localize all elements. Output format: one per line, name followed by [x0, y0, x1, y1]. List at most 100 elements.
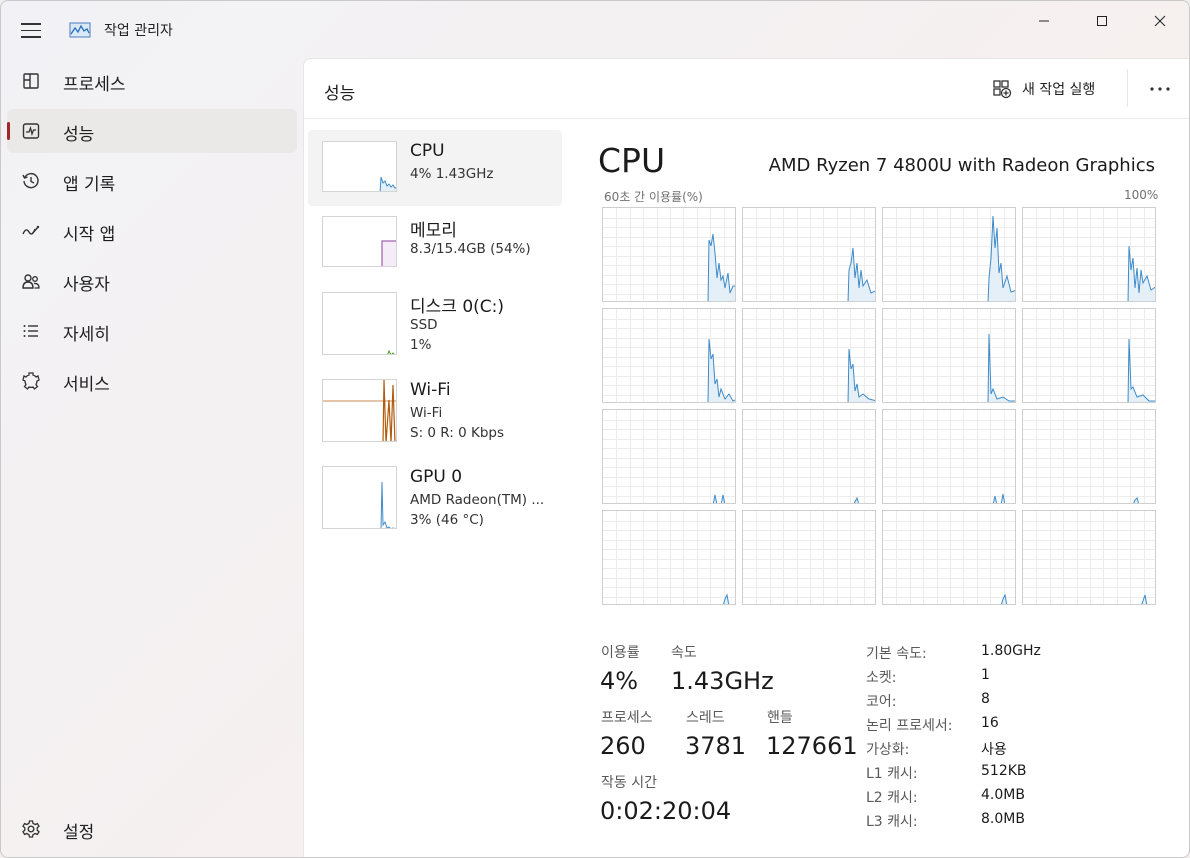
spec-value: 1: [981, 667, 990, 683]
graph-max-label: 100%: [1124, 188, 1159, 202]
logical-processor-graph: [882, 308, 1016, 403]
close-button[interactable]: [1137, 7, 1183, 35]
cpu-usage-area: [988, 334, 1015, 402]
spec-label: L2 캐시:: [866, 790, 918, 806]
logical-processor-graph: [882, 207, 1016, 302]
handles-value: 127661: [766, 732, 858, 760]
device-item-wifi[interactable]: Wi-Fi Wi-Fi S: 0 R: 0 Kbps: [308, 369, 562, 445]
utilization-value: 4%: [600, 667, 639, 695]
sidebar-item-app-history[interactable]: 앱 기록: [7, 159, 297, 203]
spec-label: L3 캐시:: [866, 814, 918, 830]
uptime-label: 작동 시간: [601, 775, 657, 791]
app-title: 작업 관리자: [104, 23, 173, 39]
spec-value: 16: [981, 715, 999, 731]
logical-processor-graph: [742, 207, 876, 302]
task-manager-window: 작업 관리자 프로세스 성능 앱 기록 시작 앱 사용자 자세히 서비스 설정 …: [0, 0, 1190, 858]
sidebar-item-performance[interactable]: 성능: [7, 109, 297, 153]
speed-value: 1.43GHz: [671, 667, 774, 695]
run-new-task-label: 새 작업 실행: [1022, 82, 1096, 98]
device-detail: AMD Radeon(TM) ...: [410, 492, 545, 508]
logical-processor-graph: [602, 207, 736, 302]
sidebar-item-label: 앱 기록: [63, 175, 116, 195]
users-icon: [22, 274, 40, 289]
logical-processor-graphs: [602, 207, 1158, 609]
sidebar-item-label: 서비스: [63, 375, 110, 395]
device-detail-secondary: S: 0 R: 0 Kbps: [410, 425, 504, 441]
spec-label: 소켓:: [866, 670, 897, 686]
spec-label: L1 캐시:: [866, 766, 918, 782]
spec-value: 1.80GHz: [981, 643, 1041, 659]
close-icon: [1154, 15, 1166, 27]
uptime-value: 0:02:20:04: [600, 797, 732, 825]
processes-icon: [23, 73, 39, 89]
sidebar-item-label: 사용자: [63, 275, 110, 295]
logical-processor-graph: [602, 409, 736, 504]
sidebar-item-details[interactable]: 자세히: [7, 309, 297, 353]
cpu-title: CPU: [598, 141, 666, 180]
minimize-icon: [1039, 20, 1049, 22]
spec-label: 논리 프로세서:: [866, 718, 953, 734]
active-indicator: [7, 122, 10, 140]
disk-thumbnail-graph: [322, 292, 397, 355]
app-history-icon: [22, 172, 39, 189]
spec-value: 512KB: [981, 763, 1027, 779]
device-item-gpu[interactable]: GPU 0 AMD Radeon(TM) ... 3% (46 °C): [308, 456, 562, 532]
spec-label: 가상화:: [866, 742, 910, 758]
spec-label: 코어:: [866, 694, 897, 710]
logical-processor-graph: [742, 510, 876, 605]
processes-label: 프로세스: [601, 710, 653, 726]
cpu-thumbnail-graph: [322, 141, 397, 192]
sidebar-item-processes[interactable]: 프로세스: [7, 59, 297, 103]
cpu-usage-area: [1128, 339, 1155, 402]
device-name: CPU: [410, 141, 445, 161]
device-detail: 8.3/15.4GB (54%): [410, 241, 531, 257]
memory-thumbnail-graph: [322, 216, 397, 267]
maximize-button[interactable]: [1079, 7, 1125, 35]
device-name: GPU 0: [410, 467, 463, 487]
page-title: 성능: [324, 84, 356, 104]
device-detail: 4% 1.43GHz: [410, 166, 494, 182]
run-new-task-icon: [993, 80, 1012, 99]
title-bar: 작업 관리자: [1, 1, 1189, 59]
sidebar-item-startup-apps[interactable]: 시작 앱: [7, 209, 297, 253]
sidebar-item-label: 설정: [63, 823, 95, 843]
device-detail-secondary: 1%: [410, 337, 432, 353]
performance-panel: 성능 새 작업 실행 CPU 4% 1.43GHz 메모리 8.3/15.4GB…: [303, 58, 1189, 857]
spec-value: 8: [981, 691, 990, 707]
sidebar-item-users[interactable]: 사용자: [7, 259, 297, 303]
logical-processor-graph: [1022, 207, 1156, 302]
device-item-cpu[interactable]: CPU 4% 1.43GHz: [308, 130, 562, 206]
hamburger-menu-icon[interactable]: [21, 23, 41, 39]
spec-label: 기본 속도:: [866, 646, 927, 662]
device-name: 디스크 0(C:): [410, 297, 505, 317]
logical-processor-graph: [1022, 409, 1156, 504]
wifi-thumbnail-graph: [322, 379, 397, 442]
device-item-disk[interactable]: 디스크 0(C:) SSD 1%: [308, 281, 562, 357]
startup-apps-icon: [22, 225, 40, 235]
sidebar-item-label: 성능: [63, 125, 95, 145]
logical-processor-graph: [742, 308, 876, 403]
sidebar-item-settings[interactable]: 설정: [7, 807, 297, 851]
settings-gear-icon: [22, 820, 40, 838]
device-detail: SSD: [410, 317, 438, 333]
threads-label: 스레드: [686, 710, 725, 726]
sidebar-item-label: 시작 앱: [63, 225, 116, 245]
run-new-task-button[interactable]: 새 작업 실행: [992, 77, 1095, 101]
more-options-icon[interactable]: [1146, 79, 1174, 99]
device-name: 메모리: [410, 221, 457, 241]
processes-value: 260: [600, 732, 646, 760]
services-icon: [22, 372, 40, 390]
speed-label: 속도: [671, 645, 697, 661]
device-name: Wi-Fi: [410, 380, 451, 400]
content-header: 성능 새 작업 실행: [304, 59, 1189, 119]
spec-value: 사용: [981, 742, 1007, 758]
device-item-memory[interactable]: 메모리 8.3/15.4GB (54%): [308, 205, 562, 281]
graph-caption: 60초 간 이용률(%): [604, 190, 703, 204]
cpu-model-name: AMD Ryzen 7 4800U with Radeon Graphics: [768, 155, 1155, 176]
sidebar-item-services[interactable]: 서비스: [7, 359, 297, 403]
minimize-button[interactable]: [1021, 7, 1067, 35]
logical-processor-graph: [602, 308, 736, 403]
cpu-usage-area: [708, 234, 735, 301]
logical-processor-graph: [1022, 308, 1156, 403]
logical-processor-graph: [602, 510, 736, 605]
